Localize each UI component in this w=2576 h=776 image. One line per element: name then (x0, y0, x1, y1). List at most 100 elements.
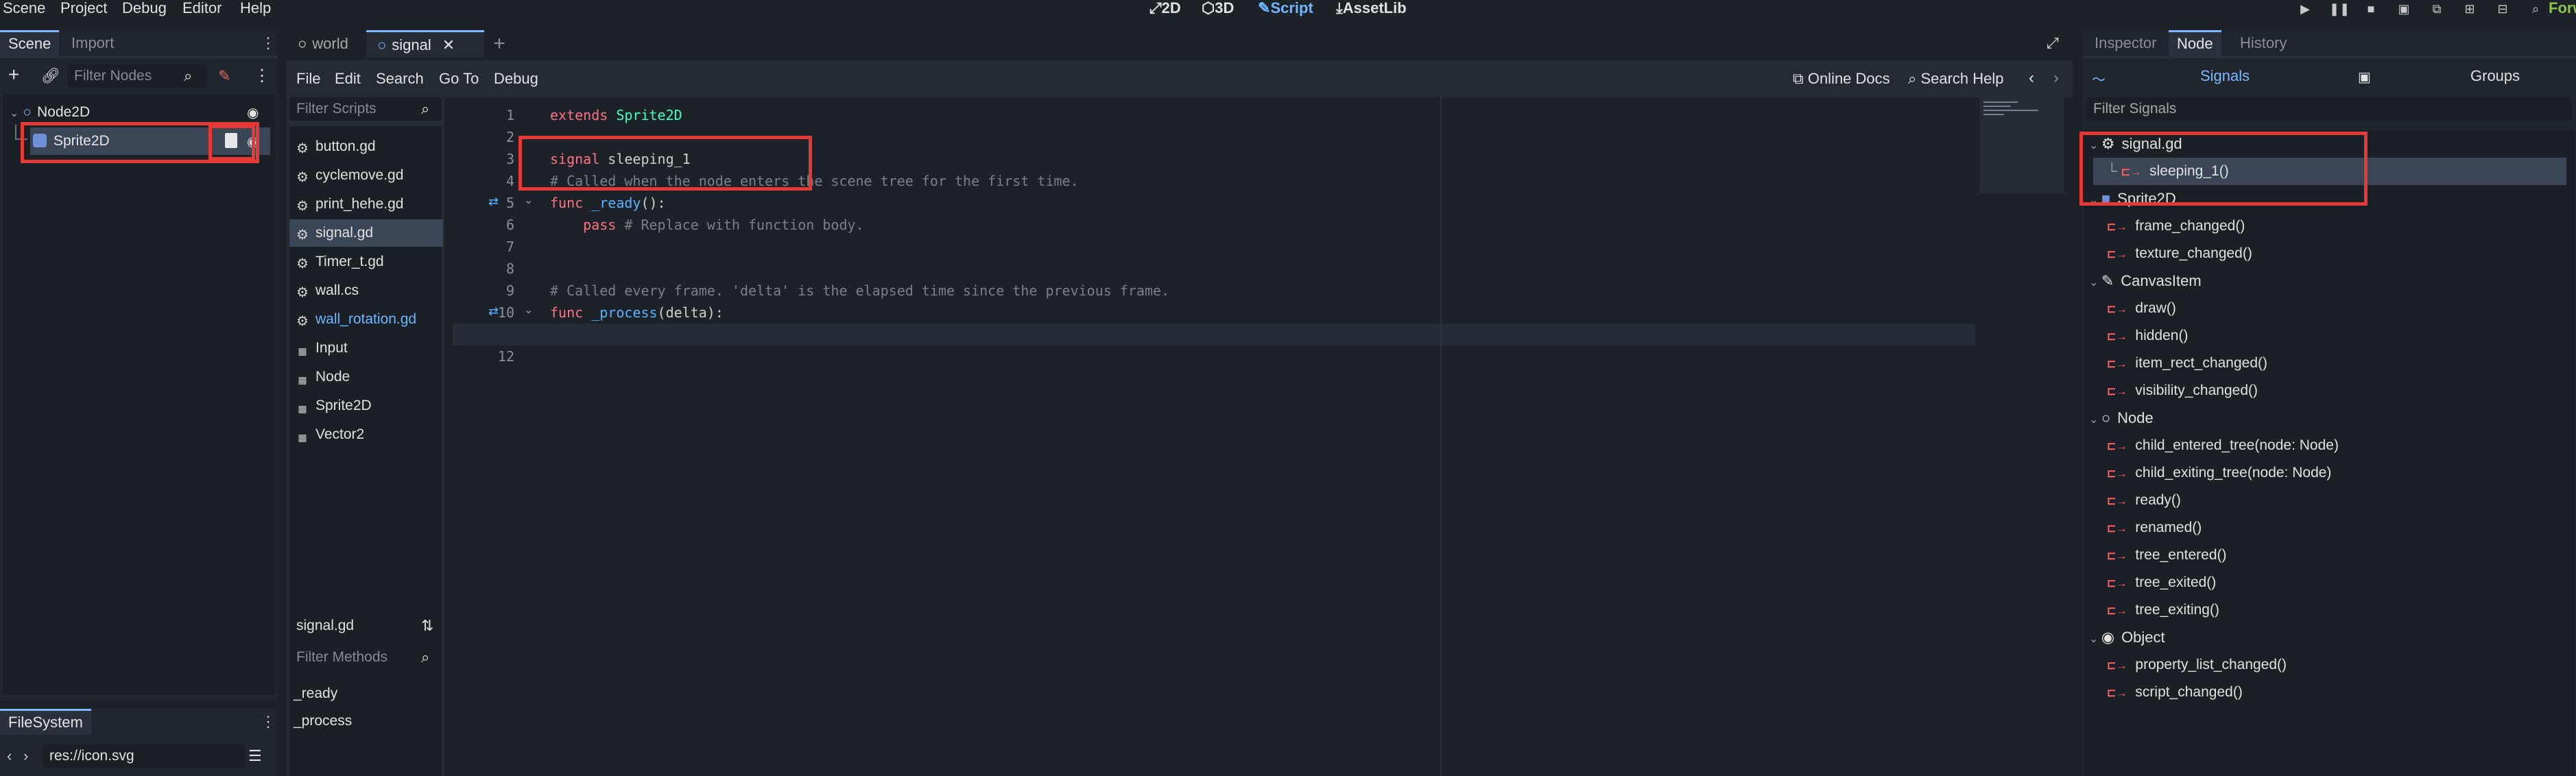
next-script-icon[interactable]: › (2053, 69, 2059, 88)
renderer-label[interactable]: Forwa (2549, 0, 2576, 16)
code-line[interactable]: extends Sprite2D (550, 104, 682, 126)
workspace-assetlib-tab[interactable]: ⤓AssetLib (1336, 0, 1407, 18)
script-item-vector2-doc[interactable]: ▦ Vector2 (289, 421, 443, 448)
close-icon[interactable]: ✕ (442, 36, 455, 53)
play-custom-icon[interactable]: ⊞ (2461, 1, 2479, 16)
code-line[interactable]: pass # Replace with function body. (550, 214, 863, 236)
forward-icon[interactable]: › (23, 747, 28, 765)
menu-project[interactable]: Project (60, 0, 107, 18)
filter-scripts-input[interactable]: Filter Scripts (289, 97, 442, 121)
method-item[interactable]: _process (294, 709, 352, 733)
sort-icon[interactable]: ⇅ (421, 617, 433, 635)
attach-script-icon[interactable]: ✎ (218, 67, 230, 85)
script-item-print-hehe-gd[interactable]: ⚙ print_hehe.gd (289, 191, 443, 218)
path-field[interactable]: res://icon.svg (43, 744, 246, 768)
chevron-down-icon[interactable]: ⌄ (2089, 277, 2101, 289)
tab-signal[interactable]: ○ signal ✕ (366, 30, 484, 58)
script-item-signal-gd[interactable]: ⚙ signal.gd (289, 219, 443, 247)
signal-item[interactable]: ⊏→ hidden() (2107, 322, 2188, 350)
signal-item[interactable]: ⊏→ renamed() (2107, 514, 2202, 542)
tab-world[interactable]: ○ world (287, 30, 366, 58)
script-item-button-gd[interactable]: ⚙ button.gd (289, 133, 443, 160)
movie-icon[interactable]: ⊟ (2494, 1, 2512, 16)
back-icon[interactable]: ‹ (7, 747, 12, 765)
workspace-script-tab[interactable]: ✎Script (1258, 0, 1313, 18)
menu-editor[interactable]: Editor (182, 0, 222, 18)
signal-item[interactable]: ⊏→ tree_exiting() (2107, 596, 2219, 624)
signal-item[interactable]: ⊏→ draw() (2107, 295, 2176, 322)
stop-icon[interactable]: ■ (2362, 1, 2380, 16)
signal-group-header[interactable]: ⌄ ◉ Object (2089, 624, 2165, 651)
add-node-icon[interactable]: + (8, 64, 19, 85)
signal-group-header[interactable]: ⌄ ✎ CanvasItem (2089, 267, 2202, 295)
signal-item[interactable]: ⊏→ ready() (2107, 487, 2181, 514)
script-item-input-doc[interactable]: ▦ Input (289, 335, 443, 362)
play-icon[interactable]: ▶ (2296, 1, 2314, 16)
fold-chevron-icon[interactable]: ⌄ (524, 303, 533, 317)
filter-signals-input[interactable]: Filter Signals (2086, 97, 2572, 121)
code-minimap[interactable] (1979, 97, 2064, 193)
workspace-3d-tab[interactable]: ⬡3D (1202, 0, 1234, 18)
script-item-node-doc[interactable]: ▦ Node (289, 363, 443, 391)
script-menu-goto[interactable]: Go To (439, 70, 479, 88)
pause-icon[interactable]: ❚❚ (2329, 1, 2350, 16)
tab-filesystem[interactable]: FileSystem (0, 709, 91, 735)
groups-subtab[interactable]: Groups (2470, 67, 2520, 85)
code-line[interactable]: func _process(delta): (550, 302, 724, 324)
signal-item[interactable]: ⊏→ visibility_changed() (2107, 377, 2258, 404)
remote-debug-icon[interactable]: ▣ (2395, 1, 2413, 16)
code-editor[interactable]: 123456789101112⌄⇄⌄⇄ extends Sprite2Dsign… (453, 97, 2115, 776)
code-line[interactable]: # Called every frame. 'delta' is the ela… (550, 280, 1169, 302)
dock-menu-icon[interactable]: ⋮ (261, 713, 276, 731)
signal-group-header[interactable]: ⌄ ○ Node (2089, 404, 2154, 432)
signals-subtab[interactable]: Signals (2200, 67, 2250, 85)
tree-node-node2d[interactable]: ⌄ ○ Node2D (10, 100, 90, 125)
tab-scene[interactable]: Scene (0, 30, 60, 56)
tab-node[interactable]: Node (2169, 30, 2221, 56)
script-item-wall-rotation-gd[interactable]: ⚙ wall_rotation.gd (289, 306, 443, 333)
signal-item[interactable]: ⊏→ tree_entered() (2107, 542, 2226, 569)
script-menu-search[interactable]: Search (376, 70, 424, 88)
prev-script-icon[interactable]: ‹ (2029, 69, 2034, 88)
dock-menu-icon[interactable]: ⋮ (261, 34, 276, 52)
signal-item[interactable]: ⊏→ texture_changed() (2107, 240, 2252, 267)
connection-icon[interactable]: ⇄ (488, 195, 499, 209)
link-icon[interactable]: 🔗︎ (41, 67, 60, 85)
list-view-icon[interactable]: ☰ (248, 747, 262, 765)
filter-methods-input[interactable]: Filter Methods (289, 646, 442, 669)
code-text-area[interactable]: extends Sprite2D signal sleeping_1 # Calle… (550, 104, 1990, 769)
tab-history[interactable]: History (2232, 30, 2295, 56)
add-tab-icon[interactable]: + (486, 30, 513, 58)
script-item-timer-t-gd[interactable]: ⚙ Timer_t.gd (289, 248, 443, 276)
code-line[interactable]: func _ready(): (550, 192, 666, 214)
signal-item[interactable]: ⊏→ property_list_changed() (2107, 651, 2287, 679)
menu-help[interactable]: Help (240, 0, 271, 18)
script-item-wall-cs[interactable]: ⚙ wall.cs (289, 277, 443, 304)
signal-item[interactable]: ⊏→ item_rect_changed() (2107, 350, 2267, 377)
signal-item[interactable]: ⊏→ tree_exited() (2107, 569, 2216, 596)
search-help-button[interactable]: ⌕ Search Help (1908, 70, 2004, 88)
script-menu-file[interactable]: File (296, 70, 320, 88)
signal-item[interactable]: ⊏→ frame_changed() (2107, 213, 2245, 240)
tab-import[interactable]: Import (63, 30, 122, 56)
connection-icon[interactable]: ⇄ (488, 304, 499, 319)
search-icon[interactable]: ⌕ (2527, 1, 2544, 16)
play-scene-icon[interactable]: ⧉ (2428, 1, 2446, 16)
script-menu-debug[interactable]: Debug (494, 70, 538, 88)
fold-chevron-icon[interactable]: ⌄ (524, 193, 533, 207)
chevron-down-icon[interactable]: ⌄ (2089, 414, 2101, 426)
chevron-down-icon[interactable]: ⌄ (2089, 633, 2101, 645)
script-item-sprite2d-doc[interactable]: ▦ Sprite2D (289, 392, 443, 420)
chevron-down-icon[interactable]: ⌄ (10, 108, 19, 119)
signal-item[interactable]: ⊏→ child_entered_tree(node: Node) (2107, 432, 2339, 459)
online-docs-button[interactable]: ⧉ Online Docs (1793, 70, 1890, 88)
more-icon[interactable]: ⋮ (254, 66, 270, 86)
script-menu-edit[interactable]: Edit (335, 70, 361, 88)
method-item[interactable]: _ready (294, 681, 337, 706)
tab-inspector[interactable]: Inspector (2086, 30, 2165, 56)
script-item-cyclemove-gd[interactable]: ⚙ cyclemove.gd (289, 162, 443, 189)
signal-item[interactable]: ⊏→ script_changed() (2107, 679, 2243, 706)
visibility-eye-icon[interactable]: ◉ (247, 104, 259, 121)
distraction-free-icon[interactable]: ⤢ (2047, 34, 2059, 52)
menu-debug[interactable]: Debug (122, 0, 167, 18)
